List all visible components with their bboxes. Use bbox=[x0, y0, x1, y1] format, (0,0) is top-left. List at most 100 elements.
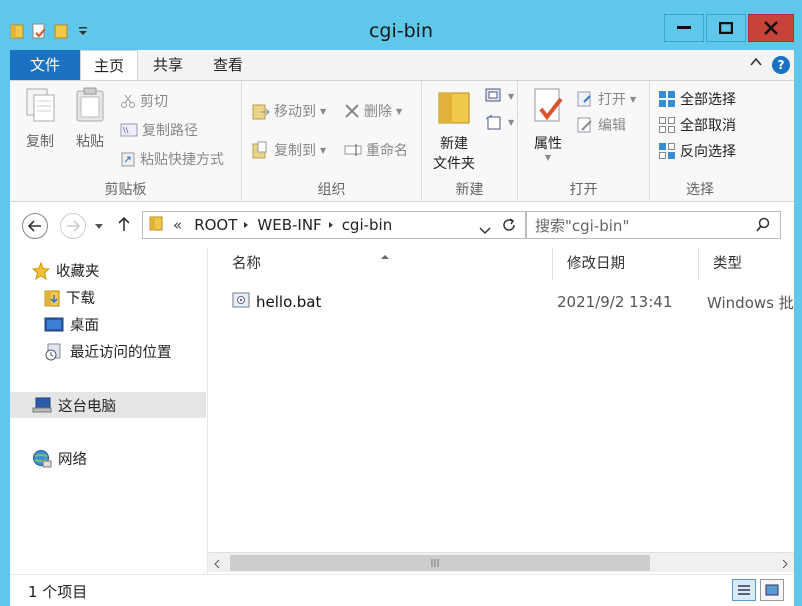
new-folder-button[interactable]: 新建 文件夹 bbox=[428, 87, 480, 173]
tab-home[interactable]: 主页 bbox=[80, 50, 138, 81]
help-icon[interactable]: ? bbox=[772, 56, 790, 74]
minimize-button[interactable] bbox=[664, 14, 704, 42]
delete-button[interactable]: 删除 ▼ bbox=[344, 101, 402, 121]
item-count: 1 个项目 bbox=[28, 583, 88, 601]
move-to-button[interactable]: 移动到 ▼ bbox=[252, 101, 326, 121]
nav-label: 网络 bbox=[58, 452, 87, 468]
nav-item-network[interactable]: 网络 bbox=[32, 448, 87, 469]
invert-selection-icon bbox=[659, 143, 675, 159]
select-none-button[interactable]: 全部取消 bbox=[658, 115, 736, 135]
new-item-button[interactable]: ▼ bbox=[484, 87, 514, 105]
open-label: 打开 bbox=[598, 92, 626, 108]
copy-to-label: 复制到 bbox=[274, 143, 316, 159]
rename-icon bbox=[344, 144, 362, 156]
invert-selection-label: 反向选择 bbox=[680, 144, 736, 160]
paste-button[interactable]: 粘贴 bbox=[68, 87, 112, 151]
large-icons-view-button[interactable] bbox=[760, 579, 784, 601]
select-none-label: 全部取消 bbox=[680, 118, 736, 134]
scroll-left-icon[interactable] bbox=[214, 557, 220, 573]
address-bar[interactable]: « ROOT WEB-INF cgi-bin bbox=[142, 211, 526, 239]
column-header-name[interactable]: 名称 bbox=[218, 248, 553, 280]
breadcrumb-label: cgi-bin bbox=[341, 216, 393, 234]
new-folder-icon bbox=[438, 92, 470, 124]
maximize-button[interactable] bbox=[706, 14, 746, 42]
edit-button[interactable]: 编辑 bbox=[576, 115, 626, 135]
select-all-label: 全部选择 bbox=[680, 92, 736, 108]
copy-label: 复制 bbox=[26, 134, 54, 150]
desktop-icon bbox=[44, 317, 64, 331]
refresh-icon[interactable] bbox=[501, 217, 517, 237]
open-group: 属性 ▼ 打开 ▼ 编辑 打开 bbox=[518, 81, 650, 203]
select-none-icon bbox=[659, 117, 675, 133]
paste-shortcut-button[interactable]: 粘贴快捷方式 bbox=[120, 149, 224, 169]
column-header-modified[interactable]: 修改日期 bbox=[553, 248, 699, 280]
breadcrumb-web-inf[interactable]: WEB-INF bbox=[257, 216, 333, 234]
tab-share[interactable]: 共享 bbox=[140, 50, 196, 80]
forward-arrow-icon bbox=[67, 220, 80, 232]
open-button[interactable]: 打开 ▼ bbox=[576, 89, 636, 109]
file-modified: 2021/9/2 13:41 bbox=[557, 293, 673, 311]
nav-item-downloads[interactable]: 下载 bbox=[44, 287, 95, 308]
clipboard-group-label: 剪贴板 bbox=[104, 182, 147, 198]
organize-group-label: 组织 bbox=[317, 182, 346, 198]
copy-path-button[interactable]: \\ 复制路径 bbox=[120, 120, 198, 140]
cut-button[interactable]: 剪切 bbox=[120, 91, 168, 111]
edit-label: 编辑 bbox=[598, 118, 626, 134]
nav-item-favorites[interactable]: 收藏夹 bbox=[32, 260, 100, 281]
folder-icon bbox=[149, 215, 163, 235]
up-arrow-icon[interactable] bbox=[118, 216, 130, 236]
computer-icon bbox=[32, 397, 52, 413]
nav-label: 最近访问的位置 bbox=[70, 345, 172, 361]
copy-button[interactable]: 复制 bbox=[20, 87, 60, 151]
tab-view[interactable]: 查看 bbox=[200, 50, 256, 80]
file-row[interactable]: hello.bat 2021/9/2 13:41 Windows 批 bbox=[218, 288, 794, 316]
nav-item-desktop[interactable]: 桌面 bbox=[44, 314, 99, 335]
properties-button[interactable]: 属性 ▼ bbox=[526, 87, 570, 162]
downloads-folder-icon bbox=[44, 290, 60, 306]
chevron-right-icon bbox=[328, 222, 333, 228]
breadcrumb-cgi-bin[interactable]: cgi-bin bbox=[342, 216, 393, 234]
scroll-right-icon[interactable] bbox=[782, 557, 788, 573]
search-icon[interactable] bbox=[756, 217, 770, 237]
batch-file-icon bbox=[232, 291, 250, 313]
column-header-type[interactable]: 类型 bbox=[699, 248, 794, 280]
breadcrumb-root[interactable]: ROOT bbox=[194, 216, 249, 234]
close-button[interactable] bbox=[748, 14, 794, 42]
select-all-button[interactable]: 全部选择 bbox=[658, 89, 736, 109]
easy-access-icon bbox=[485, 114, 501, 130]
scissors-icon bbox=[121, 94, 135, 108]
delete-label: 删除 bbox=[364, 104, 392, 120]
copy-path-icon: \\ bbox=[120, 123, 138, 137]
details-view-button[interactable] bbox=[732, 579, 756, 601]
overflow-chevron[interactable]: « bbox=[173, 216, 182, 234]
collapse-ribbon-icon[interactable] bbox=[750, 56, 762, 74]
paste-shortcut-label: 粘贴快捷方式 bbox=[140, 152, 224, 168]
copy-icon bbox=[26, 88, 55, 122]
nav-item-this-pc[interactable]: 这台电脑 bbox=[10, 392, 206, 418]
move-to-label: 移动到 bbox=[274, 104, 316, 120]
recent-locations-icon[interactable] bbox=[94, 219, 104, 235]
nav-label: 这台电脑 bbox=[58, 398, 116, 415]
explorer-window: cgi-bin 文件 主页 共享 查看 ? 复制 粘贴 剪切 \\ 复制路径 粘… bbox=[0, 0, 802, 606]
chevron-down-icon[interactable] bbox=[479, 221, 491, 239]
nav-item-recent[interactable]: 最近访问的位置 bbox=[44, 341, 172, 362]
forward-button[interactable] bbox=[60, 213, 86, 239]
select-group-label: 选择 bbox=[686, 182, 714, 198]
close-icon bbox=[764, 21, 778, 35]
rename-button[interactable]: 重命名 bbox=[344, 140, 408, 160]
properties-icon bbox=[534, 88, 563, 122]
scrollbar-thumb[interactable] bbox=[230, 555, 650, 571]
horizontal-scrollbar[interactable] bbox=[208, 552, 794, 572]
easy-access-button[interactable]: ▼ bbox=[484, 113, 514, 131]
search-box[interactable]: 搜索"cgi-bin" bbox=[526, 211, 781, 239]
delete-icon bbox=[345, 104, 359, 118]
back-arrow-icon bbox=[28, 220, 41, 232]
invert-selection-button[interactable]: 反向选择 bbox=[658, 141, 736, 161]
minimize-icon bbox=[677, 26, 691, 29]
copy-path-label: 复制路径 bbox=[142, 123, 198, 139]
tab-file[interactable]: 文件 bbox=[10, 50, 80, 80]
back-button[interactable] bbox=[22, 213, 48, 239]
chevron-right-icon bbox=[244, 222, 249, 228]
file-list: 名称 修改日期 类型 hello.bat 2021/9/2 13:41 Wind… bbox=[208, 248, 794, 574]
copy-to-button[interactable]: 复制到 ▼ bbox=[252, 140, 326, 160]
